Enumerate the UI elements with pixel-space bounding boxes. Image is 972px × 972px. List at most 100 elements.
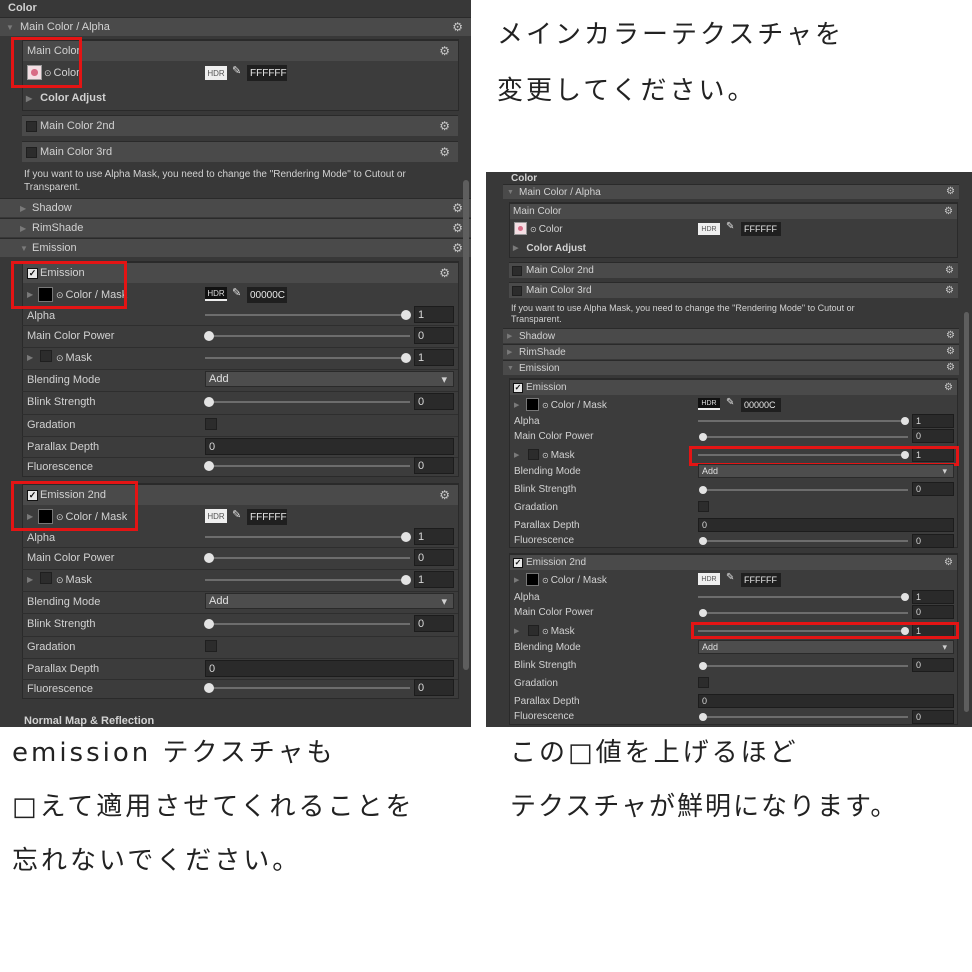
slider-handle[interactable] — [204, 683, 214, 693]
hdr-badge[interactable]: HDR — [205, 509, 227, 523]
gear-icon[interactable]: ⚙ — [439, 267, 450, 279]
emission-color-hex[interactable]: 00000C — [741, 398, 781, 412]
slider-handle[interactable] — [204, 553, 214, 563]
blink-strength-value[interactable]: 0 — [414, 615, 454, 632]
slider-handle[interactable] — [204, 331, 214, 341]
slider-track[interactable] — [205, 335, 410, 337]
emission2-color-hex[interactable]: FFFFFF — [247, 509, 287, 525]
main-color-power-value[interactable]: 0 — [912, 605, 954, 619]
header-main-color-3rd[interactable]: Main Color 3rd ⚙ — [22, 141, 458, 162]
slider-track[interactable] — [205, 401, 410, 403]
gear-icon[interactable]: ⚙ — [452, 21, 463, 33]
emission2-color-hex[interactable]: FFFFFF — [741, 573, 781, 587]
slider-track[interactable] — [205, 687, 410, 689]
slider-handle[interactable] — [901, 593, 909, 601]
slider-track[interactable] — [701, 489, 908, 491]
slider-track[interactable] — [205, 536, 405, 538]
header-emission-2nd[interactable]: ✓ Emission 2nd ⚙ — [510, 554, 957, 570]
mask-value[interactable]: 1 — [414, 571, 454, 588]
gear-icon[interactable]: ⚙ — [439, 120, 450, 132]
triangle-right-icon[interactable]: ▶ — [27, 353, 33, 362]
alpha-value[interactable]: 1 — [414, 528, 454, 545]
triangle-right-icon[interactable]: ▶ — [514, 627, 519, 635]
mask-texture-slot[interactable] — [528, 449, 539, 460]
slider-handle[interactable] — [204, 461, 214, 471]
fluorescence-value[interactable]: 0 — [912, 710, 954, 724]
fluorescence-value[interactable]: 0 — [912, 534, 954, 548]
slider-track[interactable] — [701, 436, 908, 438]
emission-color-hex[interactable]: 00000C — [247, 287, 287, 303]
main-texture-thumbnail[interactable] — [514, 222, 527, 235]
slider-handle[interactable] — [901, 417, 909, 425]
eyedropper-icon[interactable]: ✎ — [726, 397, 734, 408]
slider-handle[interactable] — [699, 713, 707, 721]
gradation-texture-slot[interactable] — [205, 640, 217, 652]
slider-handle[interactable] — [401, 575, 411, 585]
slider-handle[interactable] — [699, 537, 707, 545]
eyedropper-icon[interactable]: ✎ — [232, 508, 241, 521]
triangle-right-icon[interactable]: ▶ — [514, 451, 519, 459]
gear-icon[interactable]: ⚙ — [944, 206, 953, 217]
hdr-badge[interactable]: HDR — [698, 223, 720, 235]
slider-track[interactable] — [205, 314, 405, 316]
hdr-badge[interactable]: HDR — [698, 398, 720, 410]
foldout-emission-section[interactable]: ▼ Emission ⚙ — [0, 238, 471, 257]
main-color-hex[interactable]: FFFFFF — [741, 222, 781, 236]
fluorescence-value[interactable]: 0 — [414, 457, 454, 474]
slider-track[interactable] — [701, 665, 908, 667]
parallax-depth-value[interactable]: 0 — [698, 518, 954, 532]
toggle-checkbox[interactable] — [26, 146, 37, 158]
blending-mode-dropdown[interactable]: Add ▾ — [698, 640, 954, 654]
blink-strength-value[interactable]: 0 — [414, 393, 454, 410]
gear-icon[interactable]: ⚙ — [452, 202, 463, 214]
foldout-shadow[interactable]: ▶ Shadow ⚙ — [0, 198, 471, 217]
checkmark-icon[interactable]: ✓ — [513, 557, 523, 568]
eyedropper-icon[interactable]: ✎ — [726, 572, 734, 583]
header-emission[interactable]: ✓ Emission ⚙ — [510, 379, 957, 395]
header-main-color-3rd[interactable]: Main Color 3rd ⚙ — [509, 282, 958, 298]
slider-handle[interactable] — [699, 486, 707, 494]
slider-handle[interactable] — [699, 609, 707, 617]
slider-track[interactable] — [698, 596, 903, 598]
blending-mode-dropdown[interactable]: Add ▾ — [205, 371, 454, 387]
gear-icon[interactable]: ⚙ — [452, 242, 463, 254]
foldout-color-adjust[interactable]: ▶ Color Adjust — [26, 90, 226, 106]
eyedropper-icon[interactable]: ✎ — [232, 286, 241, 299]
slider-track[interactable] — [698, 420, 903, 422]
main-color-power-value[interactable]: 0 — [912, 429, 954, 443]
blink-strength-value[interactable]: 0 — [912, 482, 954, 496]
foldout-rimshade[interactable]: ▶ RimShade ⚙ — [503, 344, 959, 359]
mask-value[interactable]: 1 — [414, 349, 454, 366]
gear-icon[interactable]: ⚙ — [946, 187, 955, 197]
mask-texture-slot[interactable] — [528, 625, 539, 636]
triangle-right-icon[interactable]: ▶ — [514, 576, 519, 584]
parallax-depth-value[interactable]: 0 — [698, 694, 954, 708]
eyedropper-icon[interactable]: ✎ — [726, 221, 734, 232]
gear-icon[interactable]: ⚙ — [452, 222, 463, 234]
header-main-color-2nd[interactable]: Main Color 2nd ⚙ — [22, 115, 458, 136]
slider-handle[interactable] — [204, 397, 214, 407]
foldout-emission-section[interactable]: ▼ Emission ⚙ — [503, 360, 959, 375]
triangle-right-icon[interactable]: ▶ — [27, 575, 33, 584]
emission-texture-thumbnail[interactable] — [526, 398, 539, 411]
slider-handle[interactable] — [699, 433, 707, 441]
slider-track[interactable] — [701, 716, 908, 718]
header-main-color[interactable]: Main Color ⚙ — [510, 203, 957, 219]
scrollbar-thumb[interactable] — [964, 312, 969, 712]
slider-track[interactable] — [205, 465, 410, 467]
slider-handle[interactable] — [204, 619, 214, 629]
gradation-texture-slot[interactable] — [205, 418, 217, 430]
slider-handle[interactable] — [401, 310, 411, 320]
gear-icon[interactable]: ⚙ — [944, 382, 953, 393]
slider-track[interactable] — [205, 579, 405, 581]
slider-track[interactable] — [205, 557, 410, 559]
slider-track[interactable] — [205, 357, 405, 359]
alpha-value[interactable]: 1 — [912, 414, 954, 428]
mask-texture-slot[interactable] — [40, 572, 52, 584]
blink-strength-value[interactable]: 0 — [912, 658, 954, 672]
toggle-checkbox[interactable] — [26, 120, 37, 132]
blending-mode-dropdown[interactable]: Add ▾ — [698, 464, 954, 478]
hdr-badge[interactable]: HDR — [205, 287, 227, 301]
main-color-power-value[interactable]: 0 — [414, 327, 454, 344]
gradation-texture-slot[interactable] — [698, 677, 709, 688]
